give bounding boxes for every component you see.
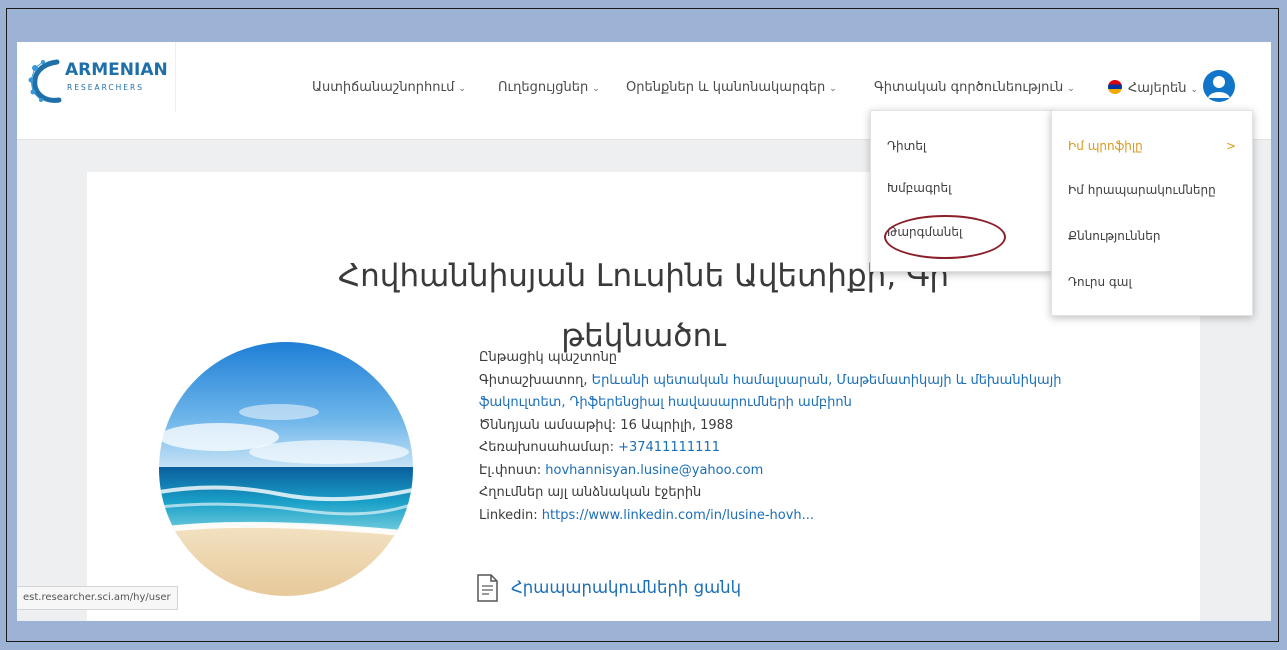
user-icon[interactable] — [1203, 70, 1235, 102]
position-org: Երևանի պետական համալսարան, Մաթեմատիկայի … — [591, 372, 1062, 388]
phone-row: Հեռախոսահամար: +37411111111 — [479, 437, 1061, 460]
publications-label: Հրապարակումների ցանկ — [511, 578, 742, 597]
position-value-line2[interactable]: ֆակուլտետ, Դիֆերենցիալ հավասարումների ամ… — [479, 392, 1061, 415]
language-selector[interactable]: Հայերեն ⌄ — [1108, 80, 1198, 96]
menu-item-logout[interactable]: Դուրս գալ — [1068, 275, 1132, 289]
nav-item-degrees[interactable]: Աստիճանաշնորհում ⌄ — [312, 80, 466, 95]
flag-icon — [1108, 80, 1122, 94]
linkedin-row: Linkedin: https://www.linkedin.com/in/lu… — [479, 505, 1061, 528]
caret-down-icon: ⌄ — [458, 84, 466, 94]
phone-value[interactable]: +37411111111 — [618, 440, 720, 455]
nav-item-scientific-activity[interactable]: Գիտական գործունեություն ⌄ — [874, 80, 1075, 95]
menu-item-view[interactable]: Դիտել — [887, 139, 926, 153]
linkedin-link[interactable]: https://www.linkedin.com/in/lusine-hovh.… — [542, 508, 814, 523]
email-label: Էլ.փոստ: — [479, 462, 542, 478]
birth-label: Ծննդյան ամսաթիվ: — [479, 417, 617, 433]
linkedin-label: Linkedin: — [479, 507, 538, 523]
position-title: Գիտաշխատող, — [479, 372, 592, 388]
phone-label: Հեռախոսահամար: — [479, 440, 614, 455]
logo-mark-icon — [28, 59, 62, 103]
position-label: Ընթացիկ պաշտոնը — [479, 350, 618, 365]
site-logo[interactable]: ARMENIAN RESEARCHERS — [27, 56, 177, 106]
nav-item-label: Ուղեցույցներ — [498, 80, 589, 95]
profile-photo — [159, 342, 413, 596]
birth-value: 16 Ապրիլի, 1988 — [620, 417, 734, 433]
menu-item-my-profile[interactable]: Իմ պրոֆիլը — [1068, 139, 1143, 153]
nav-item-laws[interactable]: Օրենքներ և կանոնակարգեր ⌄ — [626, 80, 837, 95]
chevron-right-icon: > — [1225, 139, 1236, 153]
highlight-annotation — [884, 215, 1006, 259]
menu-item-edit[interactable]: Խմբագրել — [887, 181, 951, 195]
logo-divider — [175, 42, 176, 112]
nav-item-label: Աստիճանաշնորհում — [312, 80, 455, 95]
email-row: Էլ.փոստ: hovhannisyan.lusine@yahoo.com — [479, 460, 1061, 483]
nav-item-label: Գիտական գործունեություն — [874, 80, 1064, 95]
dropdown-menu-actions: Դիտել Խմբագրել Թարգմանել — [870, 110, 1052, 272]
dropdown-menu-profile: Իմ պրոֆիլը > Իմ հրապարակումները Քննությո… — [1051, 110, 1253, 316]
position-value-line1[interactable]: Գիտաշխատող, Երևանի պետական համալսարան, Մ… — [479, 370, 1061, 393]
caret-down-icon: ⌄ — [1190, 85, 1199, 95]
nav-item-label: Օրենքներ և կանոնակարգեր — [626, 80, 826, 95]
birth-row: Ծննդյան ամսաթիվ: 16 Ապրիլի, 1988 — [479, 415, 1061, 438]
email-value[interactable]: hovhannisyan.lusine@yahoo.com — [545, 463, 763, 478]
caret-down-icon: ⌄ — [592, 84, 600, 94]
links-label: Հղումներ այլ անձնական էջերին — [479, 485, 702, 500]
status-bar-url: est.researcher.sci.am/hy/user — [17, 586, 178, 610]
document-icon — [477, 574, 498, 602]
menu-item-exams[interactable]: Քննություններ — [1068, 229, 1160, 243]
profile-info: Ընթացիկ պաշտոնը Գիտաշխատող, Երևանի պետակ… — [479, 347, 1061, 527]
nav-item-guides[interactable]: Ուղեցույցներ ⌄ — [498, 80, 600, 95]
menu-item-my-publications[interactable]: Իմ հրապարակումները — [1068, 183, 1216, 197]
language-label: Հայերեն — [1128, 81, 1187, 96]
browser-viewport: ARMENIAN RESEARCHERS Աստիճանաշնորհում ⌄ Ո… — [17, 42, 1271, 621]
user-silhouette-icon — [1208, 76, 1230, 98]
logo-subtext: RESEARCHERS — [67, 83, 145, 92]
caret-down-icon: ⌄ — [829, 84, 837, 94]
beach-photo — [159, 342, 413, 596]
caret-down-icon: ⌄ — [1067, 84, 1075, 94]
logo-text: ARMENIAN — [65, 60, 168, 80]
